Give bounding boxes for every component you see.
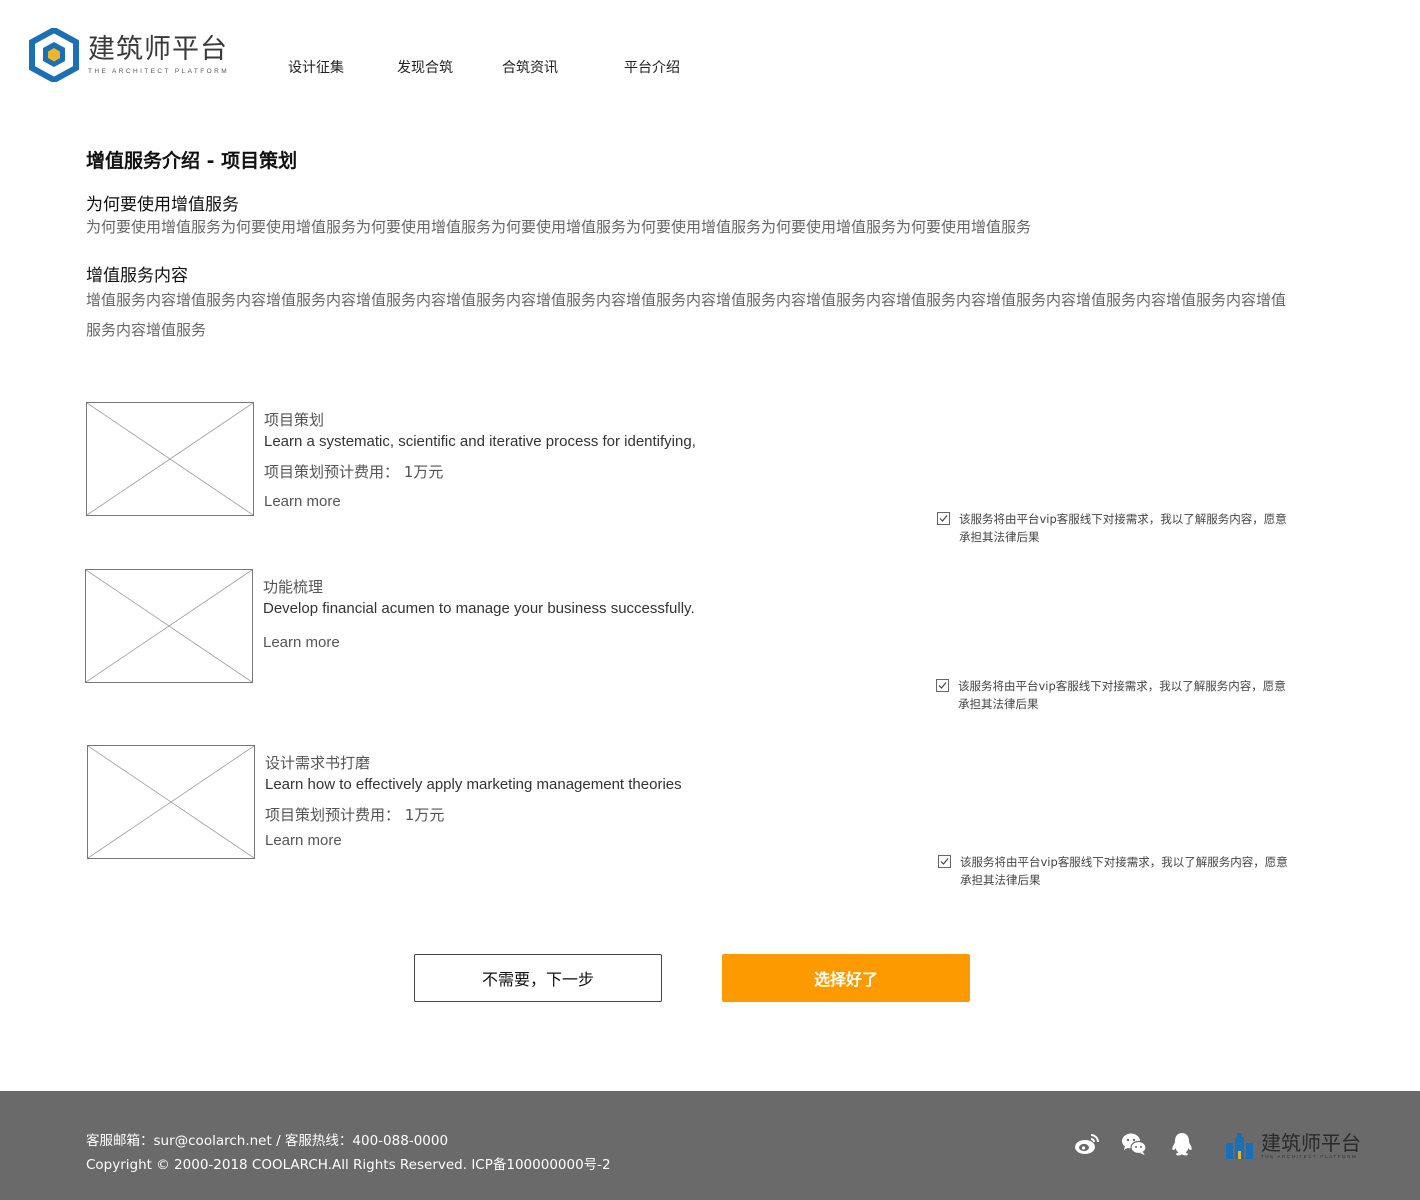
service-description: Learn how to effectively apply marketing… xyxy=(265,776,682,793)
logo-mark-icon xyxy=(29,28,79,82)
service-fee: 项目策划预计费用： 1万元 xyxy=(265,806,445,824)
logo-text-cn: 建筑师平台 xyxy=(88,34,228,65)
check-icon xyxy=(939,515,948,522)
service-fee: 项目策划预计费用： 1万元 xyxy=(264,463,444,481)
footer-logo-text-en: THE ARCHITECT PLATFORM xyxy=(1261,1153,1358,1159)
logo[interactable]: 建筑师平台 THE ARCHITECT PLATFORM xyxy=(28,28,238,82)
why-text: 为何要使用增值服务为何要使用增值服务为何要使用增值服务为何要使用增值服务为何要使… xyxy=(86,218,1032,236)
agree-text: 该服务将由平台vip客服线下对接需求，我以了解服务内容，愿意承担其法律后果 xyxy=(959,512,1287,544)
footer: 客服邮箱：sur@coolarch.net / 客服热线：400-088-000… xyxy=(0,1091,1420,1200)
service-description: Learn a systematic, scientific and itera… xyxy=(264,433,696,450)
service-image-placeholder xyxy=(87,745,255,859)
footer-logo-text-cn: 建筑师平台 xyxy=(1261,1130,1361,1155)
learn-more-link[interactable]: Learn more xyxy=(265,832,342,849)
check-icon xyxy=(940,858,949,865)
footer-logo[interactable]: 建筑师平台 THE ARCHITECT PLATFORM xyxy=(1223,1129,1363,1161)
nav-item-news[interactable]: 合筑资讯 xyxy=(502,57,558,77)
service-name: 功能梳理 xyxy=(263,578,324,596)
service-name: 项目策划 xyxy=(264,411,325,429)
agree-checkbox[interactable] xyxy=(936,679,949,692)
service-name: 设计需求书打磨 xyxy=(265,754,371,772)
content-text: 增值服务内容增值服务内容增值服务内容增值服务内容增值服务内容增值服务内容增值服务… xyxy=(86,291,1287,339)
qq-icon[interactable] xyxy=(1169,1131,1195,1157)
footer-contact: 客服邮箱：sur@coolarch.net / 客服热线：400-088-000… xyxy=(86,1133,449,1149)
service-image-placeholder xyxy=(86,402,254,516)
page: 建筑师平台 THE ARCHITECT PLATFORM 设计征集 发现合筑 合… xyxy=(0,0,1420,1200)
nav-item-design-collection[interactable]: 设计征集 xyxy=(288,57,344,77)
footer-logo-mark-icon xyxy=(1226,1133,1253,1159)
skip-next-button[interactable]: 不需要，下一步 xyxy=(414,954,662,1002)
header: 建筑师平台 THE ARCHITECT PLATFORM 设计征集 发现合筑 合… xyxy=(0,0,1420,120)
agree-checkbox[interactable] xyxy=(938,855,951,868)
page-title: 增值服务介绍 - 项目策划 xyxy=(86,150,298,172)
service-description: Develop financial acumen to manage your … xyxy=(263,600,695,617)
check-icon xyxy=(938,682,947,689)
service-image-placeholder xyxy=(85,569,253,683)
nav-item-about[interactable]: 平台介绍 xyxy=(624,57,680,77)
confirm-selection-button[interactable]: 选择好了 xyxy=(722,954,970,1002)
wechat-icon[interactable] xyxy=(1121,1131,1147,1157)
agree-checkbox[interactable] xyxy=(937,512,950,525)
logo-text-en: THE ARCHITECT PLATFORM xyxy=(88,68,230,75)
learn-more-link[interactable]: Learn more xyxy=(264,493,341,510)
footer-copyright: Copyright © 2000-2018 COOLARCH.All Right… xyxy=(86,1157,611,1173)
agree-text: 该服务将由平台vip客服线下对接需求，我以了解服务内容，愿意承担其法律后果 xyxy=(960,855,1288,887)
weibo-icon[interactable] xyxy=(1074,1131,1100,1157)
content-title: 增值服务内容 xyxy=(86,266,188,286)
nav-item-discover[interactable]: 发现合筑 xyxy=(397,57,453,77)
agree-text: 该服务将由平台vip客服线下对接需求，我以了解服务内容，愿意承担其法律后果 xyxy=(958,679,1286,711)
learn-more-link[interactable]: Learn more xyxy=(263,634,340,651)
